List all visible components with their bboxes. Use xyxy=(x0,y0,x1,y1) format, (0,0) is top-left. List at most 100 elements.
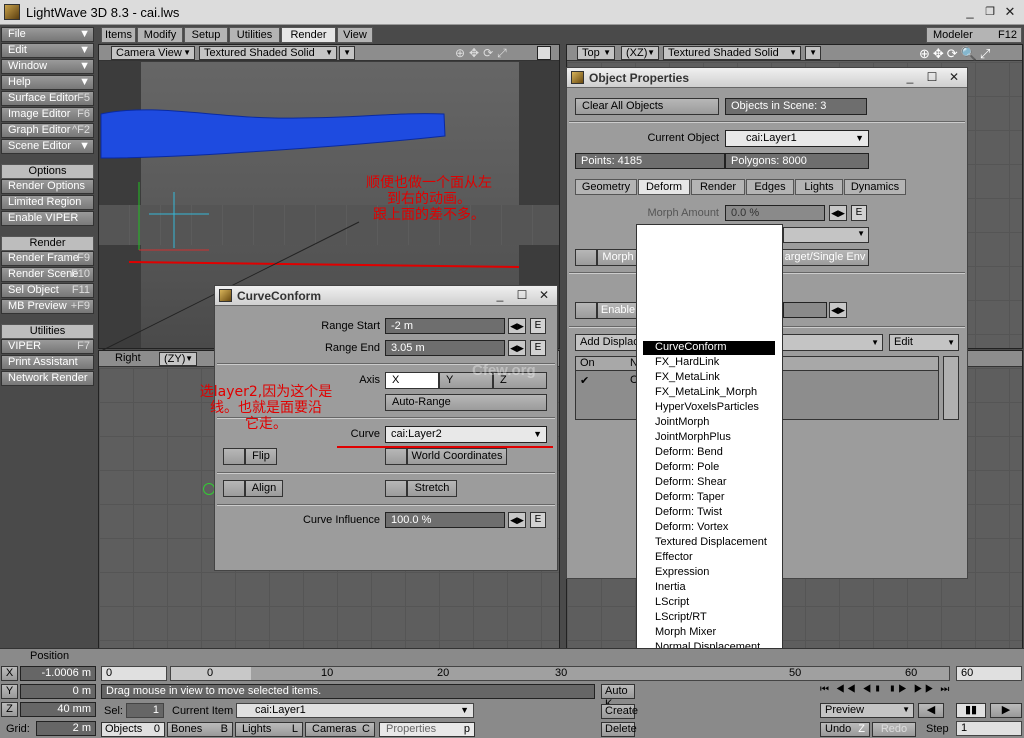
right-view-label[interactable]: Right xyxy=(115,352,141,364)
playback-controls[interactable]: ⏮ ◀◀ ◀▮ ▮▶ ▶▶ ⏭ xyxy=(820,684,1022,699)
enable-value-field[interactable] xyxy=(783,302,827,318)
world-coordinates-button[interactable]: World Coordinates xyxy=(407,448,507,465)
plugin-item[interactable]: Deform: Pole xyxy=(655,461,719,473)
play-reverse-button[interactable]: ◀ xyxy=(918,703,944,718)
y-position-field[interactable]: 0 m xyxy=(20,684,96,699)
tab-utilities[interactable]: Utilities xyxy=(229,27,280,43)
render-mode-dropdown[interactable]: Textured Shaded Solid xyxy=(199,46,337,60)
plugin-item[interactable]: Deform: Bend xyxy=(655,446,723,458)
plugin-item[interactable]: Effector xyxy=(655,551,693,563)
range-start-arrows[interactable]: ◀▶ xyxy=(508,318,526,334)
mb-preview-button[interactable]: MB Preview +F9 xyxy=(1,299,94,314)
render-scene-button[interactable]: Render Scene F10 xyxy=(1,267,94,282)
play-button[interactable]: ▶ xyxy=(990,703,1022,718)
object-properties-titlebar[interactable]: Object Properties _ ☐ ✕ xyxy=(567,68,967,88)
curve-influence-field[interactable]: 100.0 % xyxy=(385,512,505,528)
modeler-button[interactable]: Modeler F12 xyxy=(926,27,1022,43)
pause-button[interactable]: ▮▮ xyxy=(956,703,986,718)
top-axis-dropdown[interactable]: (XZ) xyxy=(621,46,659,60)
plugin-item[interactable]: FX_MetaLink xyxy=(655,371,720,383)
plugin-item[interactable]: Deform: Vortex xyxy=(655,521,728,533)
properties-button[interactable]: Properties p xyxy=(379,722,475,737)
align-checkbox[interactable] xyxy=(223,480,245,497)
current-object-dropdown[interactable]: cai:Layer1 ▼ xyxy=(725,130,869,147)
image-editor-button[interactable]: Image Editor F6 xyxy=(1,107,94,122)
current-item-dropdown[interactable]: cai:Layer1 ▼ xyxy=(236,703,474,718)
sel-object-button[interactable]: Sel Object F11 xyxy=(1,283,94,298)
tab-deform[interactable]: Deform xyxy=(638,179,690,195)
maximize-viewport-icon[interactable] xyxy=(537,46,551,60)
step-field[interactable]: 1 xyxy=(956,721,1022,736)
morph-target-dropdown[interactable] xyxy=(783,227,869,243)
plugin-item[interactable]: Deform: Taper xyxy=(655,491,725,503)
range-end-arrows[interactable]: ◀▶ xyxy=(508,340,526,356)
tab-geometry[interactable]: Geometry xyxy=(575,179,637,195)
plugin-item[interactable]: FX_HardLink xyxy=(655,356,719,368)
timeline-slider[interactable]: 0 10 20 30 50 60 xyxy=(170,666,950,681)
lights-button[interactable]: Lights L xyxy=(235,722,303,737)
curve-influence-envelope-button[interactable]: E xyxy=(530,512,546,528)
bones-button[interactable]: Bones B xyxy=(167,722,233,737)
clear-all-objects-button[interactable]: Clear All Objects xyxy=(575,98,719,115)
x-button[interactable]: X xyxy=(1,666,18,681)
graph-editor-button[interactable]: Graph Editor ^F2 xyxy=(1,123,94,138)
stretch-checkbox[interactable] xyxy=(385,480,407,497)
list-scrollbar[interactable] xyxy=(943,356,959,420)
auto-range-button[interactable]: Auto-Range xyxy=(385,394,547,411)
top-nav-icons[interactable]: ⊕✥⟳🔍⤢ xyxy=(919,46,1019,61)
minimize-button[interactable]: _ xyxy=(962,4,978,20)
enable-button[interactable]: Enable xyxy=(597,302,639,319)
flip-button[interactable]: Flip xyxy=(245,448,277,465)
world-coords-checkbox[interactable] xyxy=(385,448,407,465)
plugin-item[interactable]: Deform: Shear xyxy=(655,476,727,488)
render-options-button[interactable]: Render Options xyxy=(1,179,94,194)
cc-minimize-button[interactable]: _ xyxy=(493,288,507,302)
plugin-item[interactable]: Morph Mixer xyxy=(655,626,716,638)
print-assistant-button[interactable]: Print Assistant xyxy=(1,355,94,370)
curve-dropdown[interactable]: cai:Layer2 ▼ xyxy=(385,426,547,443)
stretch-button[interactable]: Stretch xyxy=(407,480,457,497)
redo-button[interactable]: Redo xyxy=(872,722,916,737)
viper-button[interactable]: VIPER F7 xyxy=(1,339,94,354)
create-key-button[interactable]: Create xyxy=(601,704,638,719)
align-button[interactable]: Align xyxy=(245,480,283,497)
plugin-item[interactable]: JointMorph xyxy=(655,416,709,428)
window-menu[interactable]: Window ▼ xyxy=(1,59,94,74)
flip-checkbox[interactable] xyxy=(223,448,245,465)
enable-arrows[interactable]: ◀▶ xyxy=(829,302,847,318)
scene-editor-button[interactable]: Scene Editor ▼ xyxy=(1,139,94,154)
tab-setup[interactable]: Setup xyxy=(184,27,228,43)
cc-maximize-button[interactable]: ☐ xyxy=(515,288,529,302)
plugin-item[interactable]: FX_MetaLink_Morph xyxy=(655,386,757,398)
top-options-dropdown[interactable] xyxy=(805,46,821,60)
z-position-field[interactable]: 40 mm xyxy=(20,702,96,717)
view-type-dropdown[interactable]: Camera View xyxy=(111,46,195,60)
tab-modify[interactable]: Modify xyxy=(137,27,183,43)
range-start-field[interactable]: -2 m xyxy=(385,318,505,334)
objects-button[interactable]: Objects 0 xyxy=(101,722,165,737)
tab-obj-render[interactable]: Render xyxy=(691,179,745,195)
plugin-item[interactable]: LScript xyxy=(655,596,689,608)
plugin-item[interactable]: Inertia xyxy=(655,581,686,593)
restore-button[interactable]: ❐ xyxy=(982,4,998,20)
plugin-item[interactable]: LScript/RT xyxy=(655,611,707,623)
viewport-options-dropdown[interactable] xyxy=(339,46,355,60)
edit-menu[interactable]: Edit ▼ xyxy=(1,43,94,58)
right-axis-dropdown[interactable]: (ZY) xyxy=(159,352,197,366)
enable-checkbox[interactable] xyxy=(575,302,597,319)
curve-influence-arrows[interactable]: ◀▶ xyxy=(508,512,526,528)
preview-dropdown[interactable]: Preview xyxy=(820,703,914,718)
plugin-item[interactable]: Textured Displacement xyxy=(655,536,767,548)
range-start-envelope-button[interactable]: E xyxy=(530,318,546,334)
help-menu[interactable]: Help ▼ xyxy=(1,75,94,90)
delete-key-button[interactable]: Delete xyxy=(601,722,637,737)
tab-edges[interactable]: Edges xyxy=(746,179,794,195)
cameras-button[interactable]: Cameras C xyxy=(305,722,375,737)
range-end-envelope-button[interactable]: E xyxy=(530,340,546,356)
view-nav-icons[interactable]: ⊕✥⟳⤢ xyxy=(455,46,545,60)
morph-envelope-button[interactable]: E xyxy=(851,205,867,221)
row-check-icon[interactable]: ✔ xyxy=(580,374,589,387)
morph-button[interactable]: Morph xyxy=(597,249,639,266)
auto-key-button[interactable]: Auto K xyxy=(601,684,635,710)
plugin-item[interactable]: Deform: Twist xyxy=(655,506,722,518)
